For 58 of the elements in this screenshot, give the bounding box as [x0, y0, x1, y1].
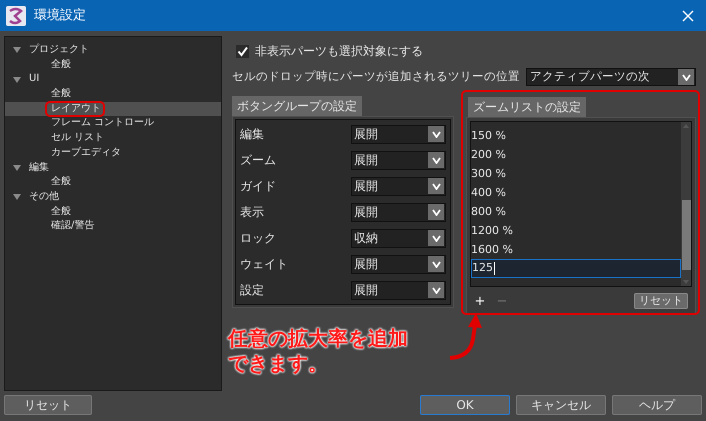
- app-logo-icon: [6, 6, 26, 26]
- annotation-arrow: [448, 313, 484, 361]
- zoom-list-item[interactable]: 300 %: [471, 164, 681, 183]
- group-label: 編集: [240, 126, 265, 143]
- dialog-button[interactable]: キャンセル: [516, 394, 606, 414]
- expand-arrow-icon: [13, 164, 21, 171]
- group-label: ズーム: [240, 152, 277, 169]
- group-dropdown[interactable]: 展開: [351, 254, 446, 274]
- dialog-button[interactable]: ヘルプ: [612, 394, 702, 414]
- tree-item[interactable]: 全般: [5, 175, 221, 190]
- group-label: 表示: [240, 204, 265, 221]
- group-dropdown[interactable]: 収納: [351, 228, 446, 248]
- window-title: 環境設定: [34, 6, 86, 25]
- zoom-edit-field[interactable]: 125: [471, 259, 681, 278]
- scrollbar[interactable]: [681, 122, 691, 286]
- tree-item[interactable]: 全般: [5, 87, 221, 102]
- add-button[interactable]: +: [474, 292, 486, 311]
- close-icon: [682, 10, 694, 22]
- group-dropdown[interactable]: 展開: [351, 124, 446, 144]
- tree-item[interactable]: プロジェクト: [5, 43, 221, 58]
- group-dropdown[interactable]: 展開: [351, 202, 446, 222]
- tree-item[interactable]: 確認/警告: [5, 219, 221, 234]
- annotation-text: 任意の拡大率を追加 できます。: [228, 326, 408, 376]
- checkbox[interactable]: [236, 44, 249, 58]
- zoom-list-item[interactable]: 1600 %: [471, 240, 681, 259]
- tree-item[interactable]: 全般: [5, 204, 221, 220]
- tree-item[interactable]: セル リスト: [5, 131, 221, 146]
- scroll-down-icon[interactable]: [682, 278, 690, 286]
- tree-item[interactable]: カーブエディタ: [5, 146, 221, 160]
- expand-arrow-icon: [13, 47, 21, 54]
- dialog-button[interactable]: OK: [420, 394, 510, 414]
- group-label: ロック: [240, 230, 277, 247]
- group-dropdown[interactable]: 展開: [351, 280, 446, 300]
- tree-item[interactable]: フレーム コントロール: [5, 116, 221, 132]
- group-label: 設定: [240, 282, 265, 299]
- drop-position-label: セルのドロップ時にパーツが追加されるツリーの位置: [232, 68, 520, 86]
- zoom-list-item[interactable]: 1200 %: [471, 221, 681, 240]
- tree-item[interactable]: レイアウト: [5, 102, 221, 116]
- zoom-list-item[interactable]: 400 %: [471, 183, 681, 202]
- reset-button[interactable]: リセット: [634, 293, 688, 310]
- expand-arrow-icon: [13, 76, 21, 83]
- tree-item[interactable]: UI: [5, 72, 221, 88]
- expand-arrow-icon: [13, 194, 21, 200]
- group-label: ガイド: [240, 178, 277, 195]
- drop-position-dropdown[interactable]: アクティブパーツの次: [526, 68, 696, 86]
- tree-item[interactable]: 全般: [5, 58, 221, 72]
- zoom-list-item[interactable]: 800 %: [471, 202, 681, 221]
- group-dropdown[interactable]: 展開: [351, 176, 446, 196]
- group-label: ウェイト: [240, 256, 289, 273]
- scroll-up-icon[interactable]: [682, 122, 690, 130]
- reset-button[interactable]: リセット: [4, 394, 92, 414]
- zoom-list-item[interactable]: 200 %: [471, 145, 681, 164]
- tree-item[interactable]: その他: [5, 190, 221, 205]
- tree-item[interactable]: 編集: [5, 160, 221, 176]
- group-dropdown[interactable]: 展開: [351, 150, 446, 170]
- zoom-list-item[interactable]: 150 %: [471, 126, 681, 145]
- highlight-outline: [45, 101, 105, 117]
- checkbox-label: 非表示パーツも選択対象にする: [255, 43, 423, 60]
